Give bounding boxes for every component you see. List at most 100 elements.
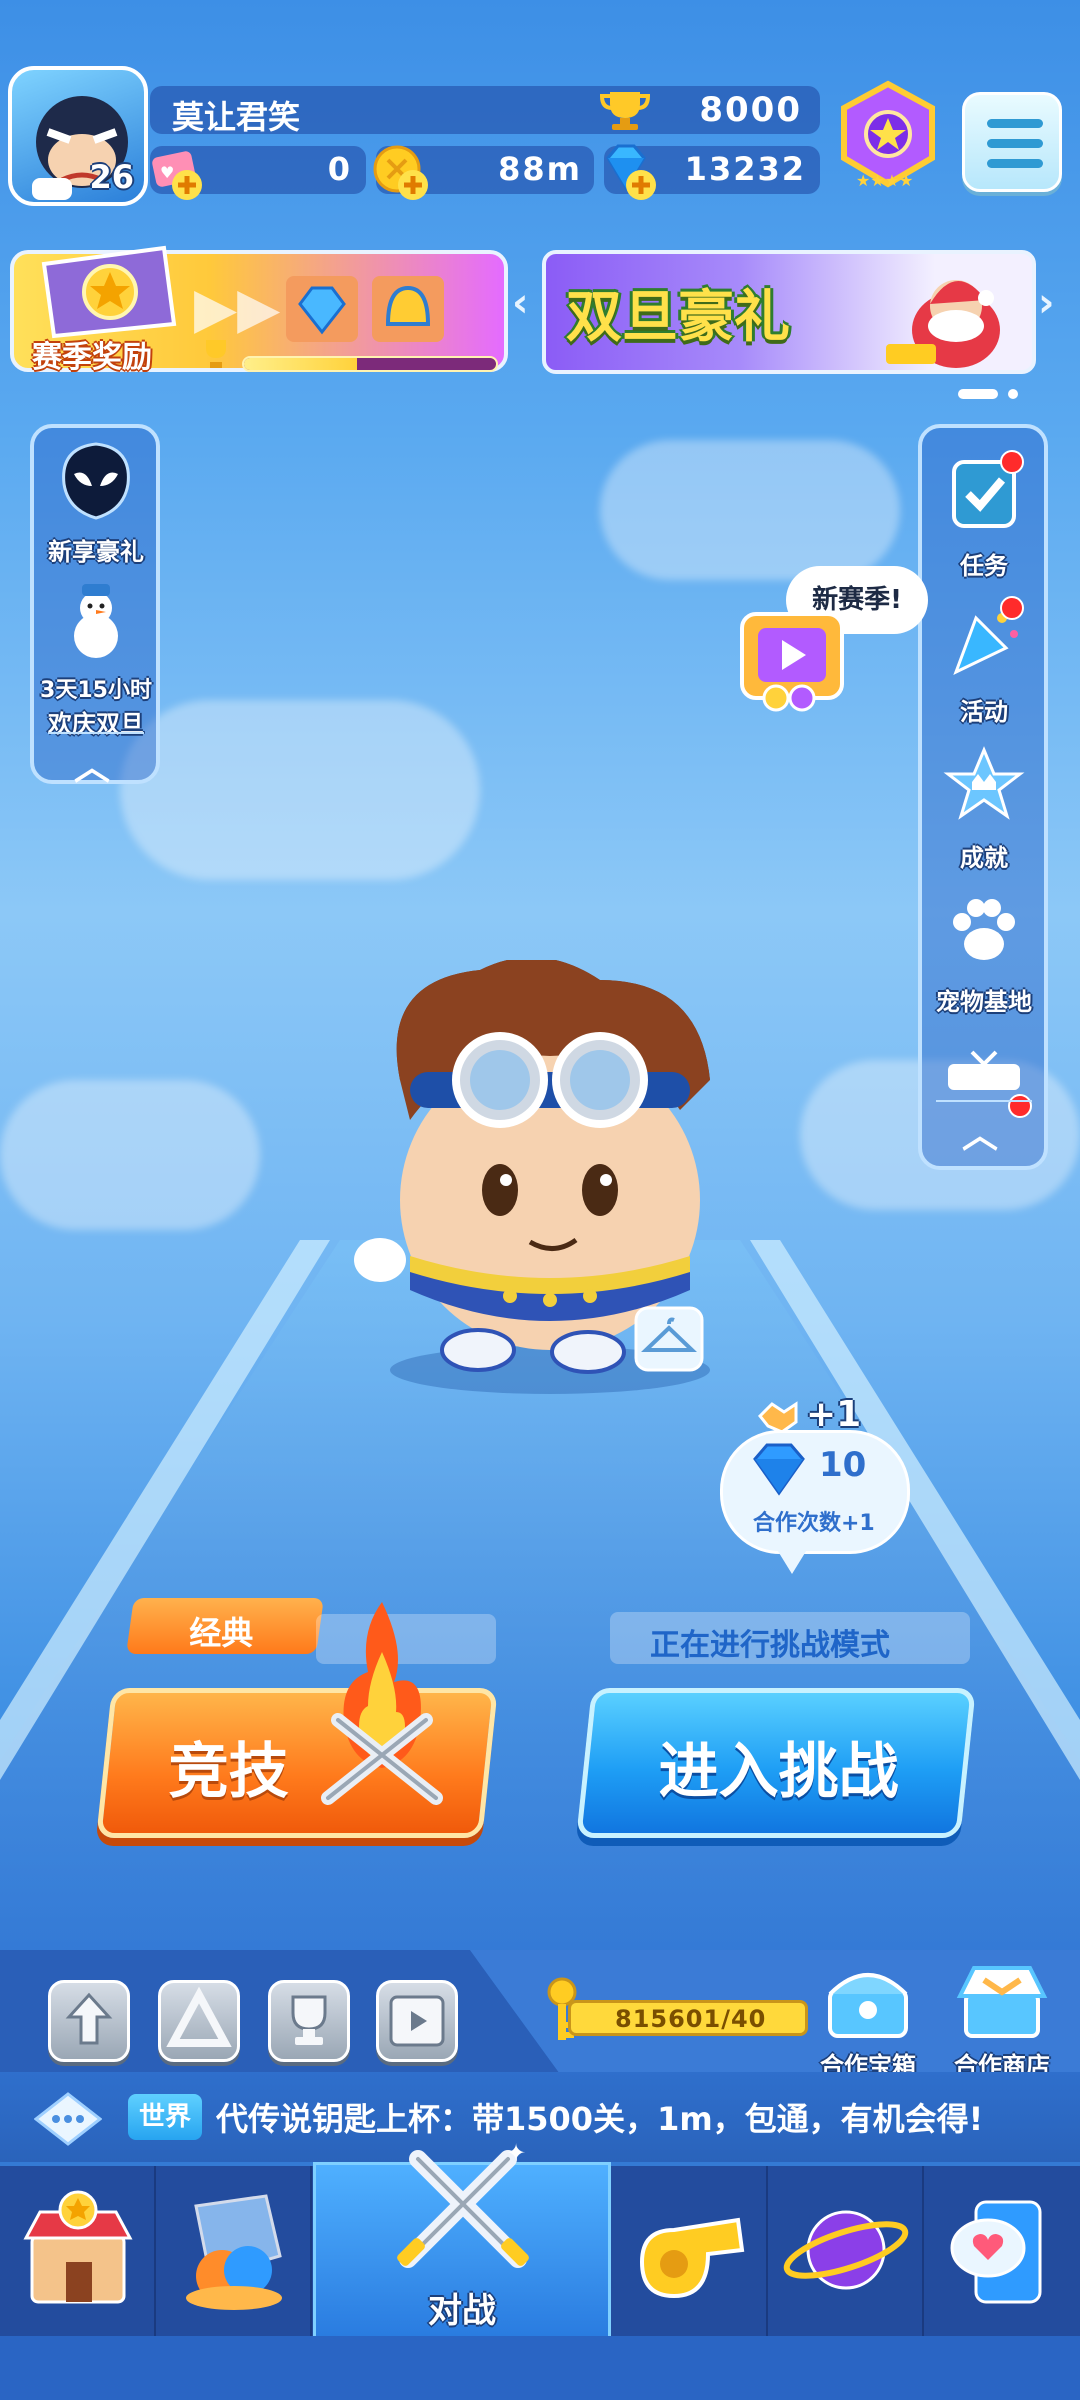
santa-icon: [886, 280, 1000, 368]
pet-base-item[interactable]: 宠物基地: [924, 888, 1044, 1017]
holiday-gift-banner[interactable]: 双旦豪礼: [542, 250, 1036, 374]
upgrade-arrows-icon: [65, 1992, 113, 2045]
enter-challenge-label: 进入挑战: [658, 1737, 899, 1807]
season-medal-icon: [41, 245, 177, 339]
nav-social[interactable]: [924, 2166, 1080, 2336]
season-progress-bar: [242, 356, 498, 372]
coop-chest-button[interactable]: 合作宝箱: [808, 1960, 928, 2081]
holiday-gift-title: 双旦豪礼: [566, 285, 790, 350]
phone-heart-icon: [950, 2200, 1042, 2304]
paw-icon: [953, 899, 1015, 960]
flaming-swords-icon: [321, 1602, 443, 1805]
holiday-countdown: 3天15小时: [40, 678, 152, 703]
replay-button[interactable]: [376, 1980, 458, 2062]
coop-chest-icon: [828, 1973, 908, 2038]
rank-button[interactable]: [158, 1980, 240, 2062]
banner-pagination: [958, 384, 1028, 403]
svg-text:★★★★: ★★★★: [856, 171, 913, 190]
coop-bonus: +1: [806, 1394, 862, 1435]
left-panel-collapse-icon[interactable]: ︿: [74, 738, 110, 790]
nav-planet[interactable]: [768, 2166, 924, 2336]
gem-pack-icon: [286, 276, 358, 342]
nav-battle[interactable]: ✦ 对战: [313, 2139, 611, 2336]
coop-reward-bubble: 10 合作次数+1: [720, 1430, 910, 1554]
planet-icon: [783, 2210, 909, 2290]
tv-icon[interactable]: [942, 1050, 1026, 1090]
achievements-label: 成就: [960, 844, 1008, 872]
trophy-count: 8000: [699, 90, 802, 130]
chat-message: 代传说钥匙上杯：带1500关，1m，包通，有机会得!: [216, 2100, 984, 2138]
venom-icon: [62, 442, 130, 520]
nav-battle-label: 对战: [428, 2291, 496, 2331]
add-ticket-icon[interactable]: [170, 168, 204, 202]
coop-gem-count: 10: [819, 1445, 867, 1485]
left-event-panel: 新享豪礼 3天15小时 欢庆双旦 ︿: [30, 424, 160, 788]
player-level: 26: [89, 158, 134, 196]
chat-bar[interactable]: 世界 代传说钥匙上杯：带1500关，1m，包通，有机会得!: [0, 2072, 1080, 2162]
pet-base-label: 宠物基地: [936, 988, 1032, 1016]
classic-mode-tag[interactable]: 经典: [126, 1598, 324, 1654]
panel-divider: [48, 732, 144, 734]
achievements-item[interactable]: 成就: [924, 744, 1044, 873]
bubble-tail: [776, 1548, 808, 1574]
enter-challenge-button[interactable]: 进入挑战: [576, 1688, 976, 1838]
snowman-icon: [74, 584, 118, 658]
challenge-status-tag: 正在进行挑战模式: [610, 1612, 970, 1664]
bottom-strip: [0, 2336, 1080, 2400]
season-trophy-icon: [206, 340, 226, 368]
pagination-dot: [1008, 389, 1018, 399]
nav-shop[interactable]: [0, 2166, 156, 2336]
compete-label: 竞技: [168, 1737, 289, 1807]
key-progress-text: 815601/40: [615, 2005, 767, 2033]
coop-shop-button[interactable]: 合作商店: [942, 1960, 1062, 2081]
upgrade-button[interactable]: [48, 1980, 130, 2062]
classic-mode-label: 经典: [189, 1614, 254, 1652]
rank-badge-icon[interactable]: ★★★★: [832, 80, 944, 192]
svg-text:✦: ✦: [506, 2139, 526, 2167]
trophy-button[interactable]: [268, 1980, 350, 2062]
diamond-icon: [753, 1443, 805, 1496]
season-reward-label: 赛季奖励: [32, 340, 152, 375]
cloud-decoration: [600, 440, 900, 580]
banner-next-arrow[interactable]: ›: [1038, 280, 1054, 326]
cloud-decoration: [120, 700, 480, 880]
tasks-item[interactable]: 任务: [924, 452, 1044, 581]
trophy-cup-icon: [291, 1995, 327, 2045]
chat-bubble-icon[interactable]: [34, 2092, 102, 2146]
pagination-dot-active: [958, 389, 998, 399]
video-reward-icon[interactable]: [736, 604, 848, 714]
holiday-event-item[interactable]: 3天15小时 欢庆双旦: [36, 578, 156, 739]
shop-icon: [23, 2190, 133, 2304]
triangle-logo-icon: [166, 1986, 232, 2047]
crossed-swords-icon: ✦: [397, 2139, 529, 2268]
events-item[interactable]: 活动: [924, 598, 1044, 727]
gacha-capsule-icon: [186, 2194, 282, 2310]
wardrobe-hanger-icon[interactable]: [634, 1306, 704, 1372]
events-label: 活动: [960, 698, 1008, 726]
right-panel-collapse-icon[interactable]: ︿: [962, 1106, 998, 1158]
events-notification-dot: [1000, 596, 1024, 620]
add-gem-icon[interactable]: [624, 168, 658, 202]
right-menu-panel: 任务 活动 成就 宠物基地 ︿: [918, 424, 1048, 1170]
player-avatar[interactable]: 26: [8, 66, 148, 206]
menu-icon: [987, 119, 1043, 128]
tasks-notification-dot: [1000, 450, 1024, 474]
menu-button[interactable]: [962, 92, 1062, 192]
key-progress-bar: 815601/40: [568, 2000, 808, 2036]
player-name: 莫让君笑: [172, 98, 301, 136]
helmet-reward-icon: [372, 276, 444, 342]
coop-times-label: 合作次数+1: [753, 1511, 875, 1536]
season-reward-banner[interactable]: ▶▶ 赛季奖励: [10, 245, 508, 375]
whistle-icon: [639, 2217, 745, 2299]
banner-prev-arrow[interactable]: ‹: [512, 280, 528, 326]
new-gift-label: 新享豪礼: [48, 538, 144, 566]
player-name-bar: 莫让君笑 8000: [150, 86, 820, 136]
add-coin-icon[interactable]: [396, 168, 430, 202]
nav-gacha[interactable]: [156, 2166, 312, 2336]
new-gift-item[interactable]: 新享豪礼: [36, 438, 156, 567]
ticket-count: 0: [327, 150, 352, 188]
nav-whistle[interactable]: [612, 2166, 768, 2336]
film-icon: [389, 1995, 445, 2047]
cloud-decoration: [0, 1080, 260, 1230]
coin-count: 88m: [498, 150, 582, 188]
